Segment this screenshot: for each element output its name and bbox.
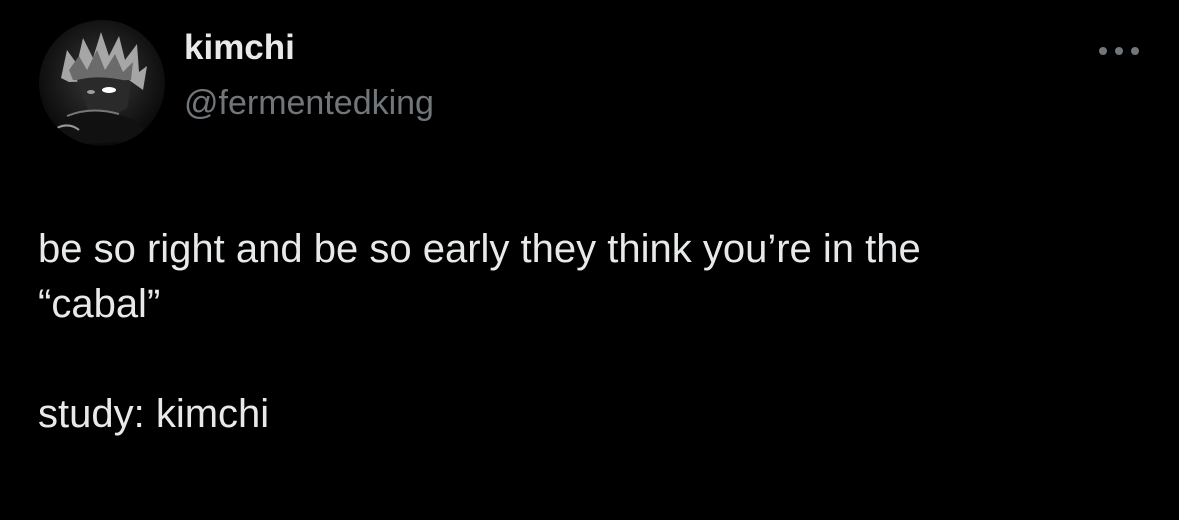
tweet-text-line: “cabal” [38,282,161,326]
tweet-text: be so right and be so early they think y… [38,222,1138,442]
tweet-card: kimchi @fermentedking be so right and be… [0,0,1179,520]
more-options-button[interactable] [1094,36,1144,66]
tweet-text-line: study: kimchi [38,392,270,436]
avatar[interactable] [39,20,165,146]
author-handle[interactable]: @fermentedking [184,86,434,120]
more-options-icon [1099,47,1139,55]
author-display-name[interactable]: kimchi [184,30,295,65]
anime-character-avatar-icon [39,20,165,146]
tweet-text-line: be so right and be so early they think y… [38,227,921,271]
